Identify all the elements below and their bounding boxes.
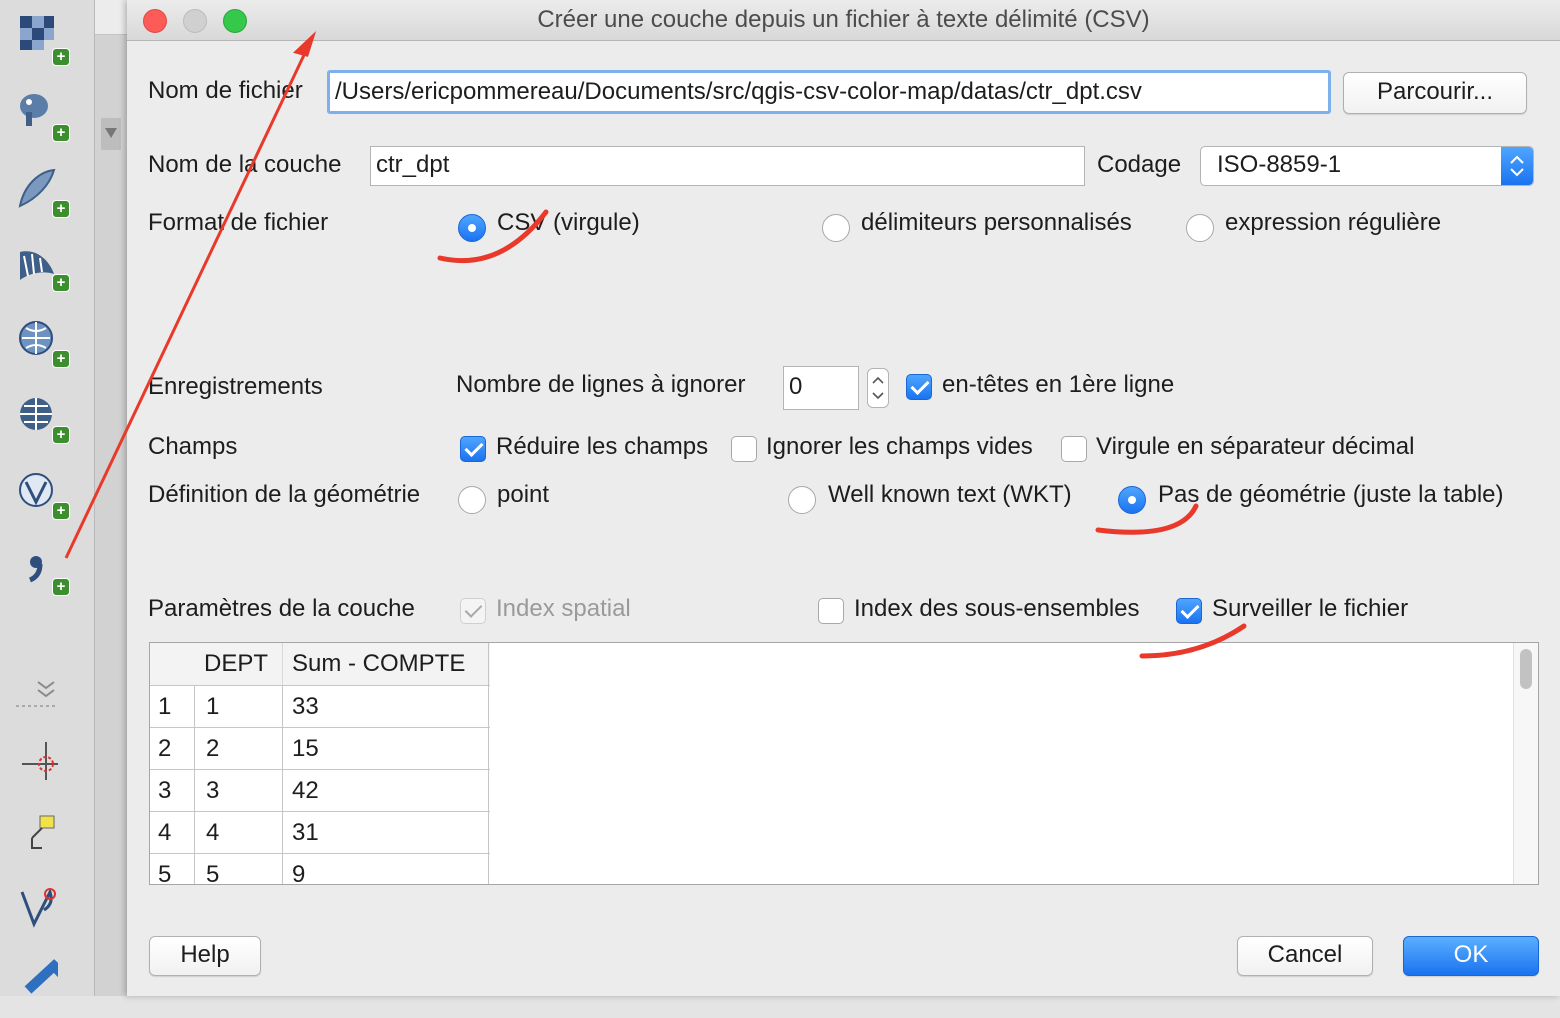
ok-button[interactable]: OK [1403,936,1539,976]
encoding-label: Codage [1097,151,1182,178]
decimal-comma-checkbox[interactable] [1061,436,1087,462]
row-number: 2 [158,735,172,762]
layer-settings-label: Paramètres de la couche [148,595,415,622]
add-wfs-layer-icon[interactable]: + [14,394,74,454]
watch-file-label[interactable]: Surveiller le fichier [1212,594,1408,624]
layer-name-label: Nom de la couche [148,151,342,178]
cell-sum: 15 [292,735,319,762]
capture-point-icon[interactable] [14,736,74,796]
add-mssql-layer-icon[interactable]: + [14,244,74,304]
cell-dept: 4 [206,819,220,846]
trim-fields-checkbox[interactable] [460,436,486,462]
row-number: 1 [158,693,172,720]
add-wcs-layer-icon[interactable]: + [14,470,74,530]
column-header-sum[interactable]: Sum - COMPTE [292,643,488,685]
add-spatialite-layer-icon[interactable]: + [14,166,74,226]
plus-icon: + [52,48,70,66]
cell-sum: 33 [292,693,319,720]
geom-wkt-radio[interactable] [788,486,816,514]
preview-table[interactable]: DEPT Sum - COMPTE 1 1 33 2 2 15 3 3 42 4… [149,642,1539,885]
cell-dept: 1 [206,693,220,720]
delimited-text-dialog: Créer une couche depuis un fichier à tex… [127,0,1560,996]
format-custom-label[interactable]: délimiteurs personnalisés [861,208,1132,238]
add-raster-layer-icon[interactable]: + [14,12,74,72]
format-regex-radio[interactable] [1186,214,1214,242]
select-arrows-icon [1501,147,1533,185]
skip-lines-label: Nombre de lignes à ignorer [456,371,746,398]
title-bar: Créer une couche depuis un fichier à tex… [127,0,1560,41]
geom-point-radio[interactable] [458,486,486,514]
watch-file-checkbox[interactable] [1176,598,1202,624]
row-number: 5 [158,861,172,885]
format-csv-label[interactable]: CSV (virgule) [497,208,640,238]
plus-icon: + [52,350,70,368]
cell-dept: 2 [206,735,220,762]
plus-icon: + [52,200,70,218]
table-scrollbar[interactable] [1513,643,1538,884]
cell-dept: 3 [206,777,220,804]
header-row-label[interactable]: en-têtes en 1ère ligne [942,370,1174,400]
plus-icon: + [52,274,70,292]
column-header-dept[interactable]: DEPT [204,643,280,685]
map-tool-icon[interactable] [14,958,74,1018]
format-csv-radio[interactable] [458,214,486,242]
file-format-label: Format de fichier [148,209,329,236]
trim-fields-label[interactable]: Réduire les champs [496,432,708,462]
filename-label: Nom de fichier [148,77,303,104]
help-button[interactable]: Help [149,936,261,976]
cell-sum: 9 [292,861,306,885]
row-number: 4 [158,819,172,846]
cell-sum: 31 [292,819,319,846]
qgis-toolbar: + + + + + + + + [0,0,95,996]
add-wms-layer-icon[interactable]: + [14,318,74,378]
row-number: 3 [158,777,172,804]
discard-empty-label[interactable]: Ignorer les champs vides [766,432,1033,462]
plus-icon: + [52,502,70,520]
scrollbar-thumb[interactable] [1520,649,1532,689]
format-regex-label[interactable]: expression régulière [1225,208,1441,238]
discard-empty-checkbox[interactable] [731,436,757,462]
records-label: Enregistrements [148,373,323,400]
filename-input[interactable]: /Users/ericpommereau/Documents/src/qgis-… [327,70,1331,114]
window-title: Créer une couche depuis un fichier à tex… [537,6,1150,33]
skip-lines-input[interactable]: 0 [783,366,859,410]
subset-index-label[interactable]: Index des sous-ensembles [854,594,1140,624]
plus-icon: + [52,578,70,596]
expand-toolbar-icon[interactable] [14,676,74,720]
decimal-comma-label[interactable]: Virgule en séparateur décimal [1096,432,1414,462]
plus-icon: + [52,124,70,142]
encoding-select[interactable]: ISO-8859-1 [1200,146,1534,186]
subset-index-checkbox[interactable] [818,598,844,624]
header-row-checkbox[interactable] [906,374,932,400]
fields-label: Champs [148,433,238,460]
add-delimited-text-layer-icon[interactable]: + [14,546,74,606]
geom-none-radio[interactable] [1118,486,1146,514]
cell-sum: 42 [292,777,319,804]
plus-icon: + [52,426,70,444]
cell-dept: 5 [206,861,220,885]
layer-name-input[interactable]: ctr_dpt [370,146,1085,186]
spatial-index-label: Index spatial [496,595,631,622]
collapse-triangle-icon[interactable] [101,118,121,150]
cancel-button[interactable]: Cancel [1237,936,1373,976]
skip-lines-stepper[interactable] [867,368,889,408]
browse-button[interactable]: Parcourir... [1343,72,1527,114]
format-custom-radio[interactable] [822,214,850,242]
geometry-label: Définition de la géométrie [148,481,421,508]
digitize-icon[interactable] [14,810,74,870]
spatial-index-checkbox [460,598,486,624]
encoding-value: ISO-8859-1 [1217,151,1342,178]
secondary-panel [95,0,127,996]
geom-point-label[interactable]: point [497,480,549,510]
geom-wkt-label[interactable]: Well known text (WKT) [828,480,1072,510]
add-postgis-layer-icon[interactable]: + [14,88,74,148]
node-tool-icon[interactable] [14,884,74,944]
geom-none-label[interactable]: Pas de géométrie (juste la table) [1158,480,1504,510]
